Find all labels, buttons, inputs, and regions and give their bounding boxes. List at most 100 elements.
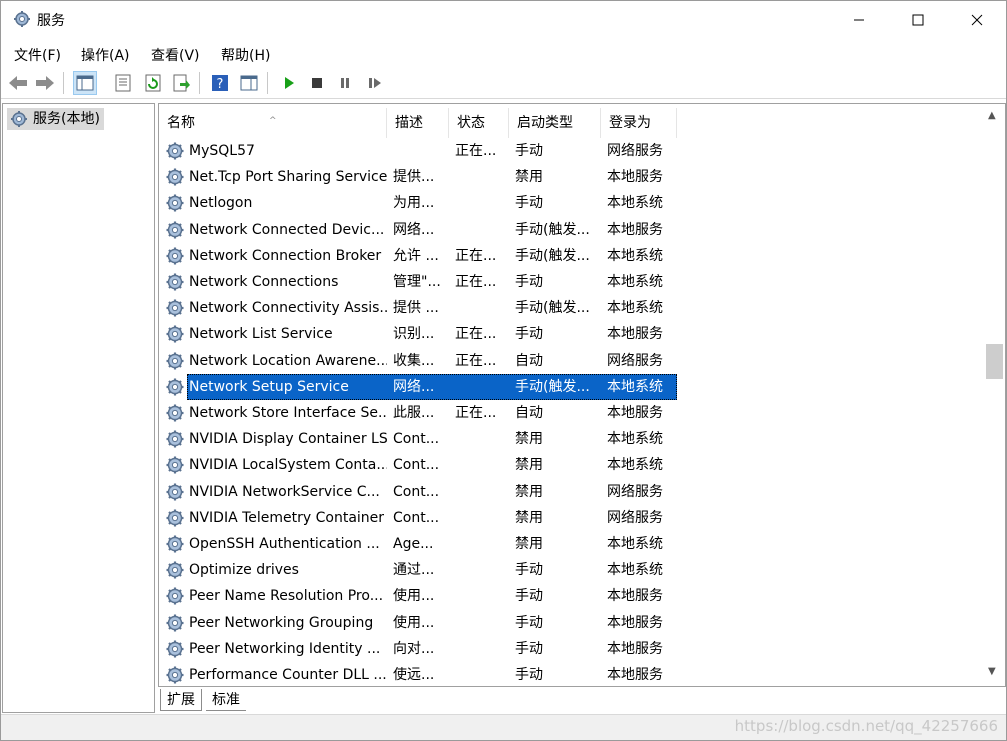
service-row[interactable]: NVIDIA Telemetry Container Cont... 禁用 网络服务 bbox=[159, 505, 677, 531]
service-name: Network Store Interface Se... bbox=[189, 405, 387, 421]
service-status bbox=[455, 452, 507, 478]
maximize-button[interactable] bbox=[889, 1, 947, 39]
service-row[interactable]: Performance Counter DLL ... 使远... 手动 本地服务 bbox=[159, 662, 677, 686]
service-startup-type: 手动 bbox=[515, 588, 543, 605]
menu-view[interactable]: 查看(V) bbox=[151, 45, 200, 65]
service-startup-type: 手动 bbox=[515, 326, 543, 343]
service-row[interactable]: OpenSSH Authentication ... Age... 禁用 本地系统 bbox=[159, 531, 677, 557]
service-row-selected[interactable]: Network Setup Service 网络... 手动(触发... 本地系统 bbox=[187, 373, 677, 400]
menu-bar: 文件(F) 操作(A) 查看(V) 帮助(H) bbox=[1, 41, 1006, 67]
service-row-wrap: Peer Name Resolution Pro... 使用... 手动 本地服务 bbox=[159, 583, 679, 609]
maximize-icon bbox=[912, 14, 924, 26]
column-header-log-on-as[interactable]: 登录为 bbox=[601, 108, 677, 138]
service-status: 正在... bbox=[455, 326, 497, 343]
toolbar: ? bbox=[1, 67, 1006, 99]
view-button[interactable] bbox=[237, 71, 261, 95]
menu-action[interactable]: 操作(A) bbox=[81, 45, 130, 65]
service-row[interactable]: Netlogon 为用... 手动 本地系统 bbox=[159, 190, 677, 216]
service-name: Peer Networking Identity ... bbox=[189, 640, 381, 657]
service-row[interactable]: Network Store Interface Se... 此服... 正在... 自… bbox=[159, 400, 677, 426]
column-header-name[interactable]: ^ 名称 bbox=[159, 108, 387, 138]
service-row[interactable]: Optimize drives 通过... 手动 本地系统 bbox=[159, 557, 677, 583]
service-startup-type: 手动 bbox=[515, 195, 543, 212]
help-button[interactable]: ? bbox=[208, 71, 232, 95]
column-header-status[interactable]: 状态 bbox=[449, 108, 509, 138]
service-row[interactable]: NVIDIA Display Container LS Cont... 禁用 本地系统 bbox=[159, 426, 677, 452]
service-status bbox=[455, 426, 507, 452]
properties-button[interactable] bbox=[111, 71, 135, 95]
scroll-thumb[interactable] bbox=[986, 344, 1003, 379]
service-row-wrap: Netlogon 为用... 手动 本地系统 bbox=[159, 190, 679, 216]
start-service-button[interactable] bbox=[277, 71, 301, 95]
tab-extended[interactable]: 扩展 bbox=[160, 689, 202, 711]
refresh-button[interactable] bbox=[141, 71, 165, 95]
service-status bbox=[455, 164, 507, 190]
service-startup-type: 手动 bbox=[515, 562, 543, 579]
service-row-wrap: Network Connected Devic... 网络... 手动(触发... 本… bbox=[159, 217, 679, 243]
scroll-down-icon[interactable]: ▼ bbox=[988, 666, 996, 677]
column-header-label: 状态 bbox=[457, 115, 485, 131]
service-row[interactable]: Network Connections 管理"... 正在... 手动 本地系统 bbox=[159, 269, 677, 295]
service-row-wrap: OpenSSH Authentication ... Age... 禁用 本地系统 bbox=[159, 531, 679, 557]
service-log-on-as: 本地系统 bbox=[607, 378, 663, 395]
service-startup-type: 手动(触发... bbox=[515, 300, 590, 317]
service-status bbox=[455, 295, 507, 321]
column-header-label: 登录为 bbox=[609, 115, 651, 131]
service-name: Network List Service bbox=[189, 326, 333, 343]
service-log-on-as: 网络服务 bbox=[607, 352, 663, 369]
service-log-on-as: 本地服务 bbox=[607, 588, 663, 605]
tab-standard[interactable]: 标准 bbox=[206, 689, 246, 711]
stop-service-button[interactable] bbox=[305, 71, 329, 95]
service-row[interactable]: Peer Networking Identity ... 向对... 手动 本地服务 bbox=[159, 636, 677, 662]
service-name: NVIDIA Display Container LS bbox=[189, 431, 387, 448]
export-list-button[interactable] bbox=[169, 71, 193, 95]
restart-service-button[interactable] bbox=[363, 71, 387, 95]
service-row[interactable]: Network Connection Broker 允许 ... 正在... 手动(触… bbox=[159, 243, 677, 269]
window-title: 服务 bbox=[37, 13, 65, 29]
service-row-wrap: NVIDIA LocalSystem Conta... Cont... 禁用 本地系统 bbox=[159, 452, 679, 478]
service-row-wrap: Network Connection Broker 允许 ... 正在... 手动(触… bbox=[159, 243, 679, 269]
forward-button[interactable] bbox=[33, 71, 57, 95]
service-status bbox=[455, 374, 507, 400]
service-row[interactable]: Peer Networking Grouping 使用... 手动 本地服务 bbox=[159, 610, 677, 636]
service-row[interactable]: Network Location Awarene... 收集... 正在... 自动 网… bbox=[159, 348, 677, 374]
service-description: 允许 ... bbox=[393, 247, 439, 264]
service-row[interactable]: Network Connectivity Assis... 提供 ... 手动(触发… bbox=[159, 295, 677, 321]
service-row[interactable]: Peer Name Resolution Pro... 使用... 手动 本地服务 bbox=[159, 583, 677, 609]
service-description: 此服... bbox=[393, 405, 435, 421]
scroll-up-icon[interactable]: ▲ bbox=[988, 110, 996, 121]
service-status: 正在... bbox=[455, 405, 497, 421]
service-description: 管理"... bbox=[393, 274, 441, 290]
column-header-startup-type[interactable]: 启动类型 bbox=[509, 108, 601, 138]
service-name: Netlogon bbox=[189, 195, 253, 212]
vertical-scrollbar[interactable]: ▲ ▼ bbox=[984, 104, 1005, 686]
menu-help[interactable]: 帮助(H) bbox=[221, 45, 270, 65]
service-row[interactable]: MySQL57 正在... 手动 网络服务 bbox=[159, 138, 677, 164]
service-row[interactable]: Network Connected Devic... 网络... 手动(触发... 本… bbox=[159, 217, 677, 243]
service-name: Network Setup Service bbox=[189, 378, 349, 395]
service-name: Network Connected Devic... bbox=[189, 221, 385, 238]
menu-file[interactable]: 文件(F) bbox=[14, 45, 61, 65]
minimize-button[interactable] bbox=[830, 1, 888, 39]
service-row[interactable]: NVIDIA NetworkService C... Cont... 禁用 网络服务 bbox=[159, 479, 677, 505]
view-pane-icon bbox=[240, 75, 258, 91]
minimize-icon bbox=[854, 19, 864, 21]
back-button[interactable] bbox=[6, 71, 30, 95]
service-row[interactable]: Net.Tcp Port Sharing Service 提供... 禁用 本地服务 bbox=[159, 164, 677, 190]
service-description: 使远... bbox=[393, 667, 435, 683]
services-gear-icon bbox=[14, 11, 30, 27]
console-tree-icon bbox=[76, 75, 94, 91]
service-log-on-as: 本地系统 bbox=[607, 247, 663, 264]
service-startup-type: 禁用 bbox=[515, 431, 543, 448]
service-row[interactable]: NVIDIA LocalSystem Conta... Cont... 禁用 本地系统 bbox=[159, 452, 677, 478]
service-log-on-as: 本地服务 bbox=[607, 326, 663, 343]
service-startup-type: 禁用 bbox=[515, 169, 543, 186]
pause-service-button[interactable] bbox=[333, 71, 357, 95]
show-hide-console-tree-button[interactable] bbox=[73, 71, 97, 95]
tree-item-services-local[interactable]: 服务(本地) bbox=[7, 108, 104, 130]
close-button[interactable] bbox=[948, 1, 1006, 39]
column-header-description[interactable]: 描述 bbox=[387, 108, 449, 138]
service-log-on-as: 本地系统 bbox=[607, 300, 663, 317]
service-row[interactable]: Network List Service 识别... 正在... 手动 本地服务 bbox=[159, 321, 677, 347]
service-description: 使用... bbox=[393, 588, 435, 605]
